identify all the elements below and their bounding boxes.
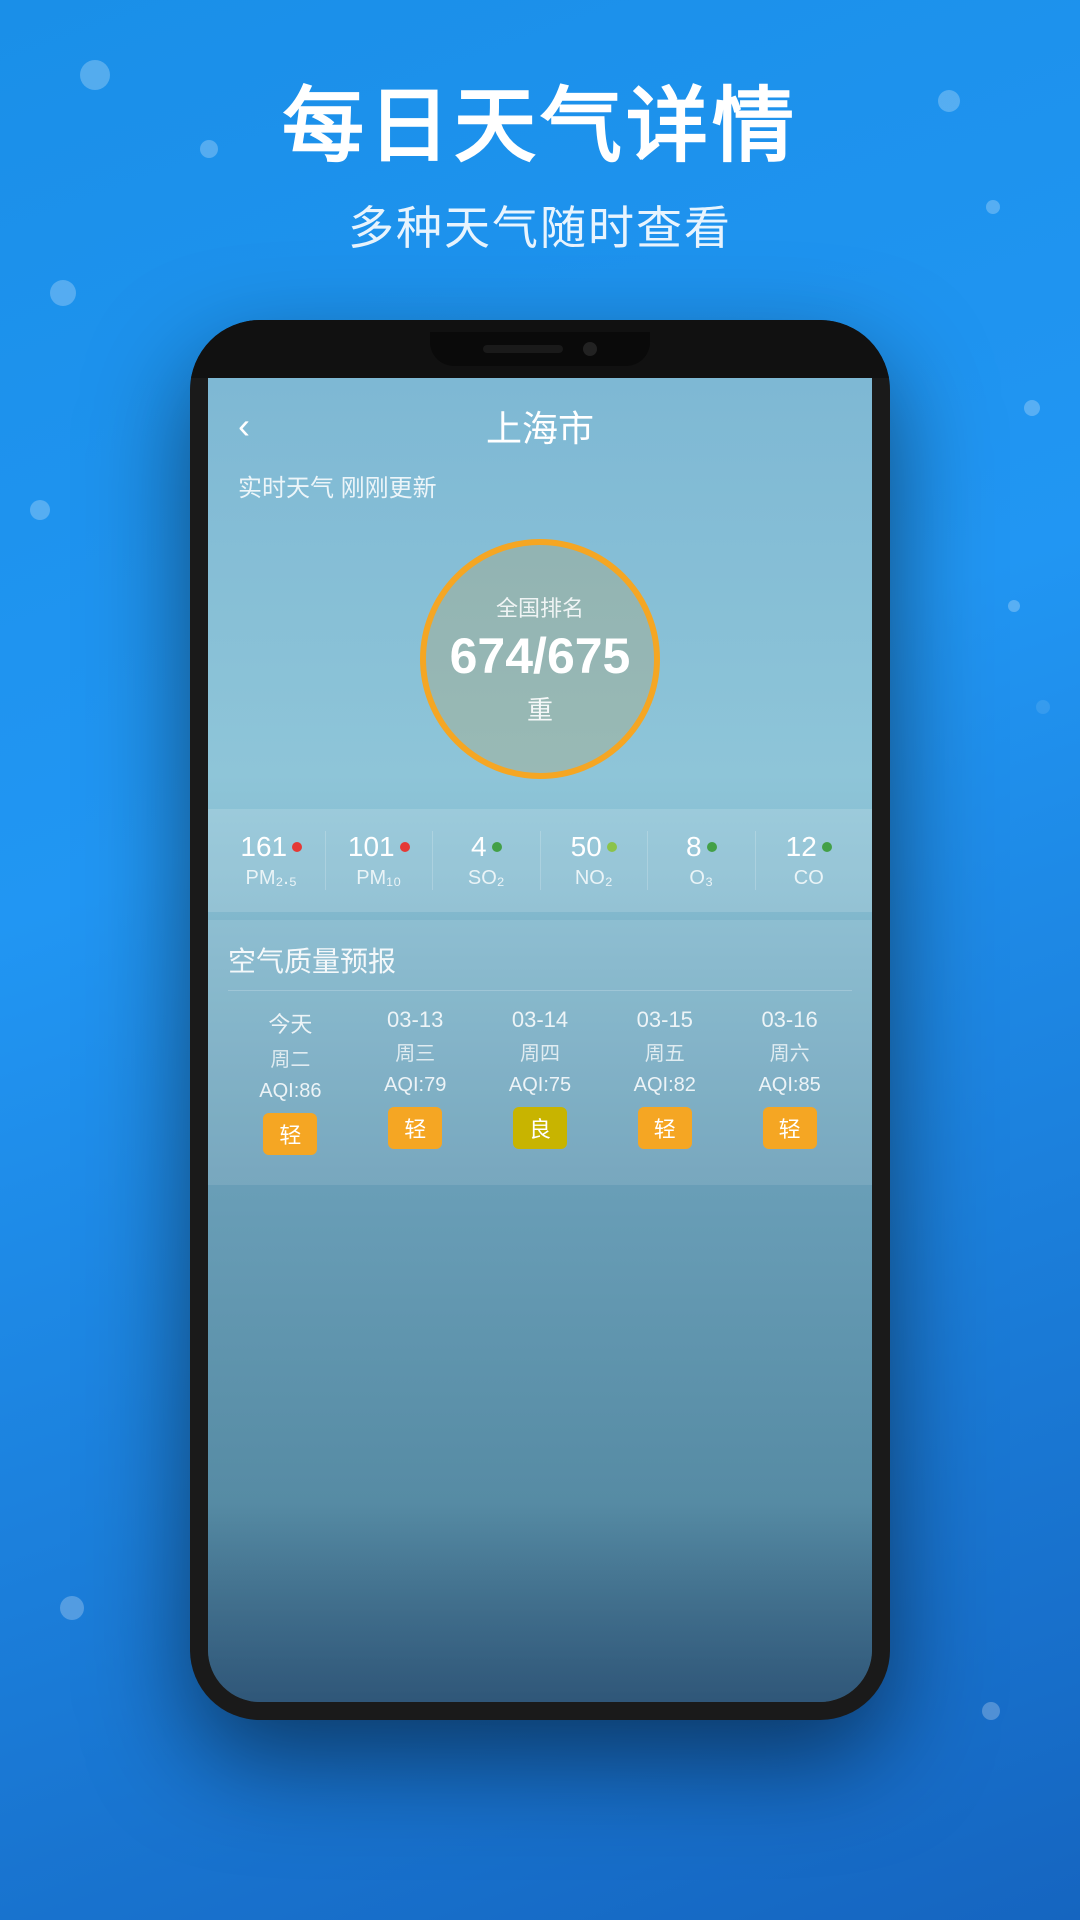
forecast-badge: 轻: [763, 1107, 817, 1149]
back-button[interactable]: ‹: [238, 405, 250, 447]
aqi-value: 674/675: [450, 629, 631, 684]
forecast-badge: 轻: [388, 1107, 442, 1149]
pollutant-label: PM₁₀: [356, 867, 401, 890]
pollutant-label: NO₂: [575, 867, 613, 890]
pollutant-dot: [400, 842, 410, 852]
aqi-circle: 全国排名 674/675 重: [420, 539, 660, 779]
pollutant-item-PM: 161 PM₂.₅: [218, 831, 326, 890]
forecast-weekday: 周五: [645, 1037, 685, 1066]
forecast-aqi-value: AQI:79: [384, 1074, 446, 1097]
forecast-grid: 今天周二AQI:86轻03-13周三AQI:79轻03-14周四AQI:75良0…: [228, 1007, 852, 1155]
update-info: 实时天气 刚刚更新: [208, 462, 872, 519]
aqi-rank-label: 全国排名: [496, 591, 584, 623]
forecast-aqi-value: AQI:85: [758, 1074, 820, 1097]
forecast-col-0: 今天周二 AQI:86 轻: [228, 1007, 353, 1155]
pollutant-item-CO: 12 CO: [756, 831, 863, 890]
forecast-col-1: 03-13 周三 AQI:79 轻: [353, 1007, 478, 1149]
bottom-decoration: [208, 1502, 872, 1702]
pollutant-number: 101: [348, 831, 395, 863]
aqi-level: 重: [527, 690, 553, 727]
main-title: 每日天气详情: [0, 80, 1080, 174]
pollutant-item-PM: 101 PM₁₀: [326, 831, 434, 890]
app-header: ‹ 上海市: [208, 378, 872, 462]
notch: [430, 332, 650, 366]
forecast-col-3: 03-15 周五 AQI:82 轻: [602, 1007, 727, 1149]
forecast-badge: 轻: [263, 1113, 317, 1155]
pollutant-item-NO: 50 NO₂: [541, 831, 649, 890]
pollutant-dot: [607, 842, 617, 852]
pollutant-number: 50: [571, 831, 602, 863]
forecast-weekday: 周四: [520, 1037, 560, 1066]
pollutant-label: SO₂: [468, 867, 505, 890]
pollutant-number: 12: [786, 831, 817, 863]
phone-outer: ‹ 上海市 实时天气 刚刚更新 全国排名 674/675 重 161PM₂.₅1…: [190, 320, 890, 1720]
pollutant-number: 8: [686, 831, 702, 863]
pollutant-row: 161 PM₂.₅ 101 PM₁₀ 4 SO₂ 50 NO₂ 8 O₃ 12 CO: [208, 809, 872, 912]
pollutant-label: O₃: [689, 867, 713, 890]
city-name: 上海市: [486, 400, 594, 452]
forecast-badge: 良: [513, 1107, 567, 1149]
pollutant-label: CO: [794, 867, 824, 890]
pollutant-item-O: 8 O₃: [648, 831, 756, 890]
pollutant-number: 4: [471, 831, 487, 863]
phone-mockup: ‹ 上海市 实时天气 刚刚更新 全国排名 674/675 重 161PM₂.₅1…: [190, 320, 890, 1760]
phone-screen: ‹ 上海市 实时天气 刚刚更新 全国排名 674/675 重 161PM₂.₅1…: [208, 378, 872, 1702]
aqi-circle-container: 全国排名 674/675 重: [208, 519, 872, 809]
sub-title: 多种天气随时查看: [0, 192, 1080, 258]
forecast-weekday: 周三: [395, 1037, 435, 1066]
pollutant-number: 161: [240, 831, 287, 863]
pollutant-dot: [292, 842, 302, 852]
forecast-aqi-value: AQI:75: [509, 1074, 571, 1097]
pollutant-dot: [822, 842, 832, 852]
pollutant-dot: [707, 842, 717, 852]
forecast-day: 03-16: [761, 1007, 817, 1033]
speaker-bar: [483, 345, 563, 353]
forecast-day: 今天: [268, 1007, 312, 1039]
forecast-col-4: 03-16 周六 AQI:85 轻: [727, 1007, 852, 1149]
forecast-day: 03-14: [512, 1007, 568, 1033]
pollutant-item-SO: 4 SO₂: [433, 831, 541, 890]
phone-notch-area: [190, 320, 890, 378]
forecast-aqi-value: AQI:82: [634, 1074, 696, 1097]
header-section: 每日天气详情 多种天气随时查看: [0, 0, 1080, 258]
forecast-badge: 轻: [638, 1107, 692, 1149]
pollutant-label: PM₂.₅: [246, 867, 297, 890]
forecast-day: 03-15: [637, 1007, 693, 1033]
forecast-weekday: 周二: [270, 1043, 310, 1072]
forecast-day: 03-13: [387, 1007, 443, 1033]
pollutant-dot: [492, 842, 502, 852]
forecast-title: 空气质量预报: [228, 940, 852, 991]
forecast-col-2: 03-14 周四 AQI:75 良: [478, 1007, 603, 1149]
camera-dot: [583, 342, 597, 356]
forecast-weekday: 周六: [770, 1037, 810, 1066]
forecast-section: 空气质量预报 今天周二 AQI:86 轻 03-13 周三 AQI:79 轻 03-14 周四 A…: [208, 920, 872, 1185]
forecast-aqi-value: AQI:86: [259, 1080, 321, 1103]
